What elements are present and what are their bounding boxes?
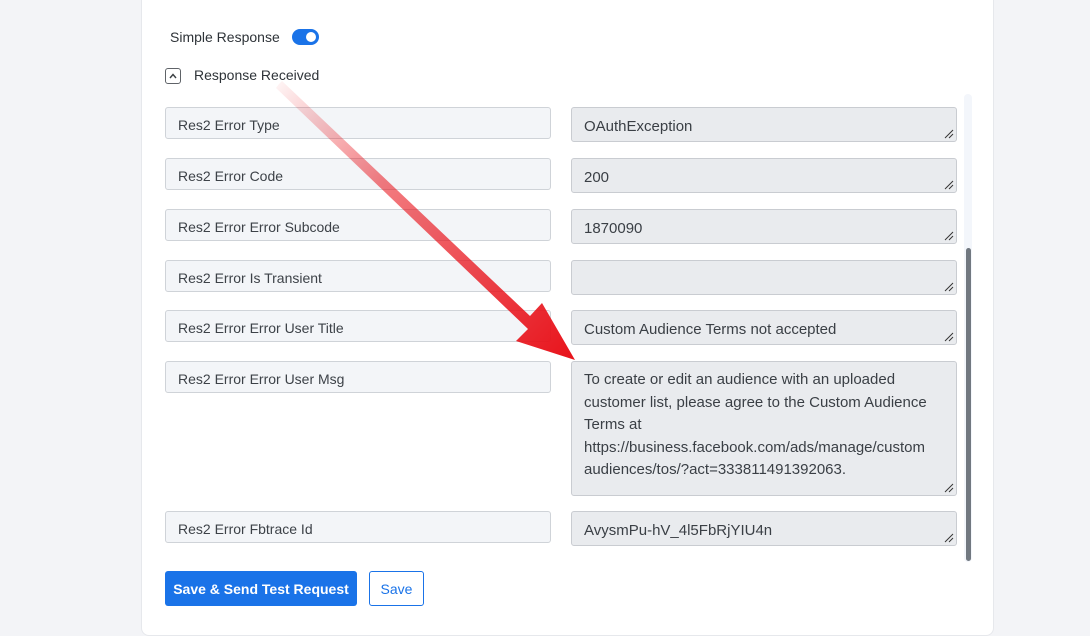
field-value[interactable]: To create or edit an audience with an up… [571,361,957,496]
toggle-knob [306,32,316,42]
simple-response-toggle[interactable] [292,29,319,45]
field-value-line: audiences/tos/?act=333811491392063. [584,461,847,478]
field-key[interactable]: Res2 Error Error Subcode [165,209,551,241]
resize-grip-icon[interactable] [944,129,954,139]
save-button[interactable]: Save [369,571,424,606]
resize-grip-icon[interactable] [944,180,954,190]
field-key[interactable]: Res2 Error Error User Msg [165,361,551,393]
field-key[interactable]: Res2 Error Is Transient [165,260,551,292]
field-value-line: To create or edit an audience with an up… [584,371,896,388]
field-key[interactable]: Res2 Error Error User Title [165,310,551,342]
save-send-test-button[interactable]: Save & Send Test Request [165,571,357,606]
field-value-text: OAuthException [584,118,693,135]
field-value-text: 1870090 [584,220,643,237]
field-value-text: Custom Audience Terms not accepted [584,321,837,338]
field-key[interactable]: Res2 Error Type [165,107,551,139]
field-value-line: customer list, please agree to the Custo… [584,393,927,411]
field-key[interactable]: Res2 Error Code [165,158,551,190]
field-value[interactable]: AvysmPu-hV_4l5FbRjYIU4n [571,511,957,546]
field-value[interactable]: OAuthException [571,107,957,142]
field-value[interactable] [571,260,957,295]
collapse-response-button[interactable] [165,68,181,84]
chevron-up-icon [169,73,177,79]
scrollbar-thumb[interactable] [966,248,971,561]
field-value[interactable]: 200 [571,158,957,193]
field-value-line: Terms at [584,416,642,433]
response-received-label: Response Received [194,67,320,83]
resize-grip-icon[interactable] [944,332,954,342]
field-key[interactable]: Res2 Error Fbtrace Id [165,511,551,543]
field-value-line: https://business.facebook.com/ads/manage… [584,438,926,456]
field-value[interactable]: 1870090 [571,209,957,244]
field-value[interactable]: Custom Audience Terms not accepted [571,310,957,345]
resize-grip-icon[interactable] [944,533,954,543]
resize-grip-icon[interactable] [944,483,954,493]
simple-response-label: Simple Response [170,29,280,45]
resize-grip-icon[interactable] [944,282,954,292]
field-value-text: AvysmPu-hV_4l5FbRjYIU4n [584,522,773,539]
field-value-text: 200 [584,169,610,186]
resize-grip-icon[interactable] [944,231,954,241]
